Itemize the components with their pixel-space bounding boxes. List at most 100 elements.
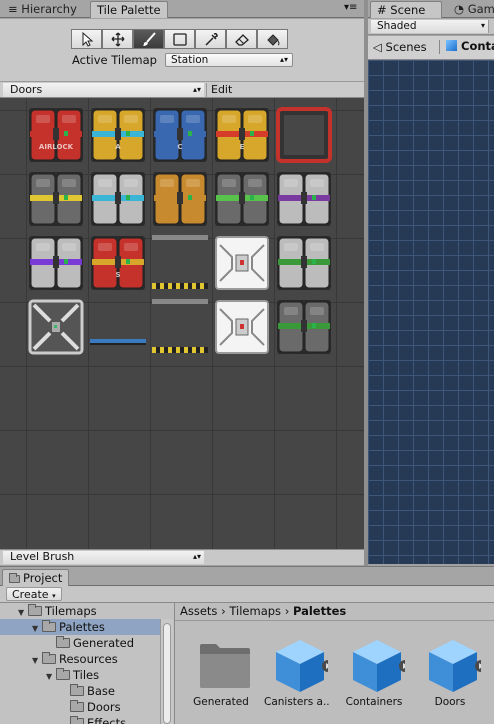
move-icon [111, 32, 125, 47]
create-label: Create [12, 588, 49, 601]
scene-breadcrumb-bar: ◁ Scenes Conta [368, 36, 494, 60]
brush-dropdown-value: Level Brush [10, 550, 75, 563]
asset-item[interactable]: Generated [188, 632, 254, 724]
tree-scrollbar-thumb[interactable] [163, 623, 171, 724]
create-dropdown[interactable]: Create ▾ [6, 587, 62, 601]
dropdown-arrow-icon: ▴▾ [192, 552, 201, 561]
active-tilemap-dropdown[interactable]: Station ▴▾ [165, 53, 293, 67]
prefab-context-label: Conta [461, 39, 494, 53]
select-tool-button[interactable] [71, 29, 102, 49]
palette-tile[interactable] [214, 299, 270, 355]
palette-tile[interactable]: AIRLOCK [28, 107, 84, 163]
folder-icon [70, 716, 84, 724]
palette-tile[interactable]: E [214, 107, 270, 163]
move-tool-button[interactable] [102, 29, 133, 49]
palette-tile[interactable] [28, 299, 84, 355]
flood-fill-tool-button[interactable] [257, 29, 288, 49]
scenes-breadcrumb[interactable]: ◁ Scenes [373, 40, 427, 54]
prefab-context-breadcrumb[interactable]: Conta [446, 39, 494, 53]
tree-item-doors[interactable]: Doors [0, 699, 160, 715]
palette-dropdown-value: Doors [10, 83, 43, 96]
tile-label: AIRLOCK [38, 143, 74, 151]
folder-icon [70, 700, 84, 712]
palette-tile[interactable] [214, 171, 270, 227]
tree-item-tilemaps[interactable]: ▼ Tilemaps [0, 603, 160, 619]
edit-button[interactable]: Edit [206, 83, 236, 97]
tree-item-palettes[interactable]: ▼ Palettes [0, 619, 160, 635]
tree-scrollbar[interactable] [160, 619, 173, 724]
shading-mode-value: Shaded [377, 20, 417, 32]
palette-tile[interactable] [276, 299, 332, 355]
tree-item-label: Tilemaps [45, 604, 97, 618]
picker-tool-button[interactable] [195, 29, 226, 49]
brush-dropdown[interactable]: Level Brush ▴▾ [3, 551, 204, 564]
folder-icon [70, 684, 84, 696]
project-tree: ▼ Tilemaps ▼ Palettes Generated ▼ Resources ▼ Ti… [0, 603, 174, 724]
asset-label: Generated [193, 696, 249, 708]
divider [175, 620, 494, 621]
palette-tile[interactable] [152, 235, 208, 291]
breadcrumb-tilemaps[interactable]: Tilemaps [229, 604, 281, 618]
tab-game-label: Game [467, 2, 494, 16]
palette-tile[interactable]: A [90, 107, 146, 163]
folder-icon [42, 620, 56, 632]
unity-logo-icon: ◁ [373, 40, 382, 54]
grid-hash-icon: # [377, 3, 391, 17]
erase-tool-button[interactable] [226, 29, 257, 49]
palette-tile[interactable] [28, 171, 84, 227]
prefab-cube-icon [276, 640, 328, 692]
tab-project-label: Project [23, 571, 63, 585]
dropdown-arrow-icon: ▴▾ [279, 55, 288, 64]
folder-icon [42, 652, 56, 664]
tile-label: S [115, 271, 121, 279]
tree-item-resources[interactable]: ▼ Resources [0, 651, 160, 667]
breadcrumb-assets[interactable]: Assets [180, 604, 217, 618]
shading-mode-dropdown[interactable]: Shaded ▾ [371, 20, 489, 33]
tab-scene[interactable]: # Scene [370, 1, 442, 18]
palette-tile[interactable] [28, 235, 84, 291]
tab-hierarchy[interactable]: ≡ Hierarchy [2, 1, 83, 18]
palette-dropdown[interactable]: Doors ▴▾ [3, 83, 204, 97]
palette-tile[interactable]: S [90, 235, 146, 291]
edit-button-label: Edit [211, 83, 233, 96]
palette-tile[interactable] [276, 107, 332, 163]
brush-bar: Level Brush ▴▾ [0, 549, 364, 565]
palette-tile[interactable] [276, 235, 332, 291]
asset-item[interactable]: Containers [341, 632, 407, 724]
dropdown-arrow-icon: ▴▾ [192, 85, 201, 94]
paint-tool-button[interactable] [133, 29, 164, 49]
palette-tile[interactable] [90, 171, 146, 227]
tile-label: E [239, 143, 245, 151]
palette-tile[interactable] [214, 235, 270, 291]
asset-item[interactable]: Canisters a... [264, 632, 330, 724]
palette-bar: Doors ▴▾ Edit [0, 81, 364, 98]
tab-tile-palette[interactable]: Tile Palette [90, 1, 168, 18]
tab-tile-palette-label: Tile Palette [97, 3, 161, 17]
palette-tile[interactable] [152, 299, 208, 355]
tree-item-label: Doors [87, 700, 121, 714]
palette-tile[interactable] [276, 171, 332, 227]
breadcrumb-palettes[interactable]: Palettes [293, 604, 346, 618]
palette-tile[interactable]: C [152, 107, 208, 163]
left-tabbar: ≡ Hierarchy Tile Palette ▾≡ [0, 0, 364, 18]
tree-item-effects[interactable]: Effects [0, 715, 160, 724]
tree-item-base[interactable]: Base [0, 683, 160, 699]
tab-game[interactable]: ◔ Game [448, 1, 494, 18]
box-fill-tool-button[interactable] [164, 29, 195, 49]
brush-icon [143, 32, 156, 46]
project-tabbar: Project [0, 566, 494, 586]
tile-palette-grid[interactable]: AIRLOCK A C E S [0, 98, 364, 549]
palette-tile[interactable] [90, 299, 146, 355]
tree-item-tiles[interactable]: ▼ Tiles [0, 667, 160, 683]
breadcrumb-separator: › [284, 604, 290, 618]
scene-viewport[interactable] [368, 60, 494, 564]
tree-item-generated[interactable]: Generated [0, 635, 160, 651]
palette-tile[interactable] [152, 171, 208, 227]
blue-cube-icon [446, 40, 457, 51]
tile-label: C [177, 143, 183, 151]
asset-label: Canisters a... [264, 696, 330, 708]
asset-item[interactable]: Doors [417, 632, 483, 724]
asset-label: Doors [434, 696, 466, 708]
window-menu-icon[interactable]: ▾≡ [344, 2, 357, 13]
tab-project[interactable]: Project [2, 569, 70, 586]
